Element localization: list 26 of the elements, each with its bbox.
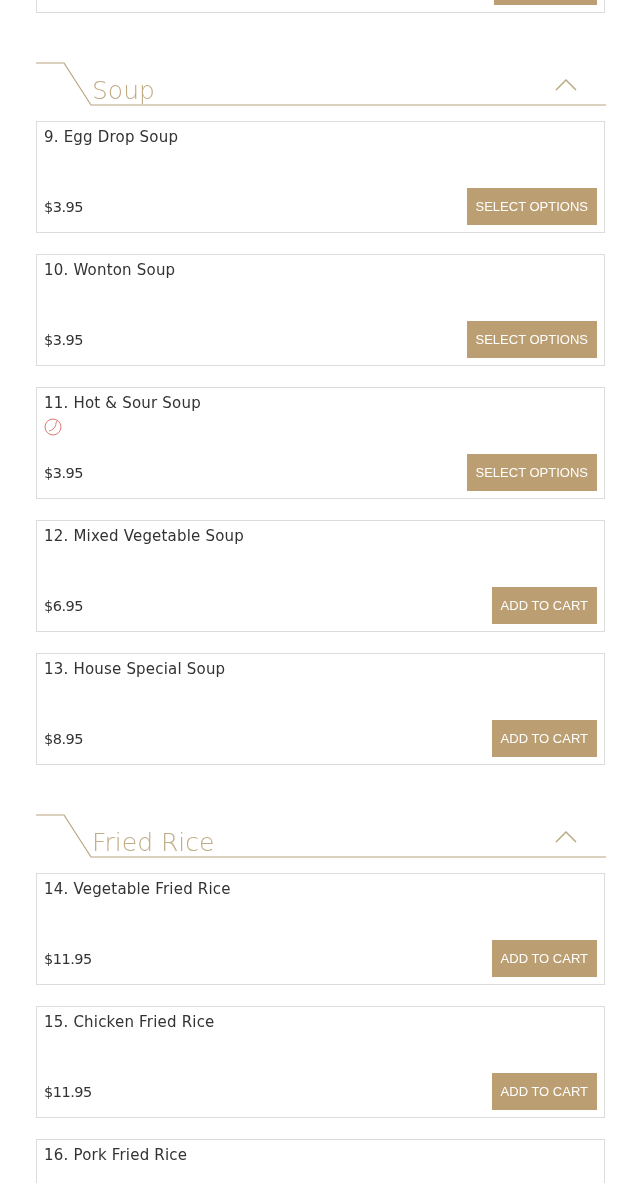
section-title: Soup: [92, 76, 155, 106]
item-price: $6.95: [44, 597, 83, 614]
item-price: $3.95: [44, 464, 83, 481]
cart-button[interactable]: SELECT OPTIONS: [466, 454, 597, 491]
item-name: 16. Pork Fried Rice: [44, 1146, 188, 1164]
chevron-icon[interactable]: [555, 831, 577, 843]
item-name: 11. Hot & Sour Soup: [44, 394, 201, 412]
cart-button[interactable]: ADD TO CART: [491, 720, 597, 757]
cart-button[interactable]: SELECT OPTIONS: [466, 321, 597, 358]
cart-button[interactable]: ADD TO CART: [491, 587, 597, 624]
section-title: Fried Rice: [92, 828, 215, 858]
cart-button[interactable]: SELECT OPTIONS: [466, 188, 597, 225]
chevron-icon[interactable]: [555, 79, 577, 91]
item-name: 10. Wonton Soup: [44, 261, 176, 279]
item-price: $11.95: [44, 950, 92, 967]
item-name: 12. Mixed Vegetable Soup: [44, 527, 245, 545]
item-name: 13. House Special Soup: [44, 660, 226, 678]
cart-button[interactable]: ADD TO CART: [491, 1073, 597, 1110]
item-name: 15. Chicken Fried Rice: [44, 1013, 215, 1031]
item-price: $3.95: [44, 198, 83, 215]
item-price: $8.95: [44, 730, 83, 747]
item-name: 9. Egg Drop Soup: [44, 128, 179, 146]
item-price: $11.95: [44, 1083, 92, 1100]
item-price: $3.95: [44, 331, 83, 348]
item-name: 14. Vegetable Fried Rice: [44, 880, 231, 898]
cart-button[interactable]: ADD TO CART: [491, 940, 597, 977]
